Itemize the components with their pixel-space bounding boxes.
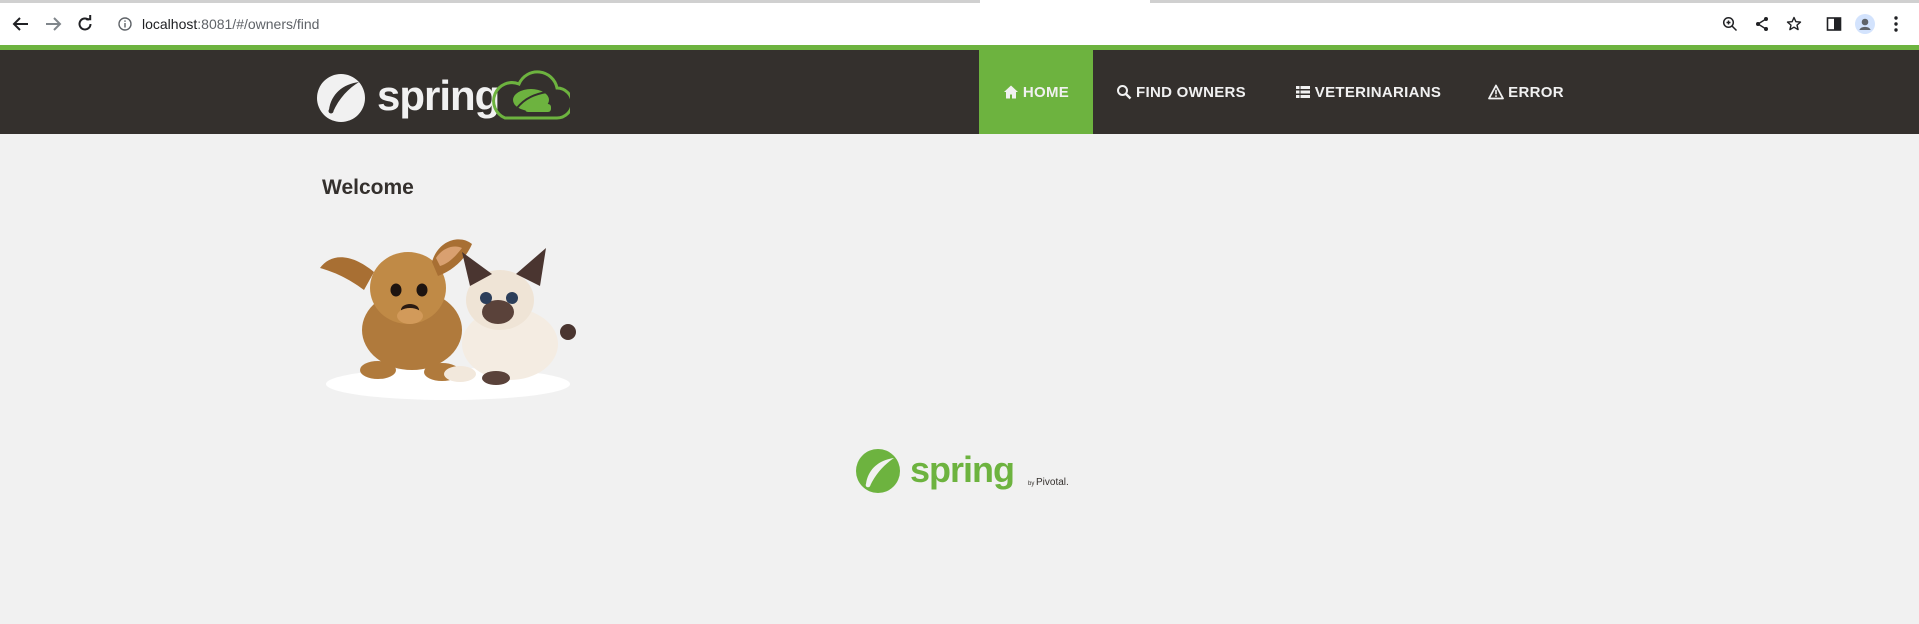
nav-error[interactable]: ERROR [1478, 50, 1574, 134]
warning-icon [1488, 84, 1505, 100]
browser-toolbar: localhost:8081/#/owners/find [0, 0, 1919, 47]
kebab-menu-icon[interactable] [1884, 12, 1908, 36]
reload-button[interactable] [73, 12, 97, 36]
footer-spring-text: spring [910, 449, 1014, 490]
forward-button[interactable] [41, 12, 65, 36]
share-icon[interactable] [1752, 14, 1772, 34]
tab-edge [0, 0, 980, 3]
page-title: Welcome [322, 176, 414, 199]
nav-find-owners[interactable]: FIND OWNERS [1101, 50, 1261, 134]
side-panel-icon[interactable] [1822, 12, 1846, 36]
search-icon [1116, 84, 1132, 100]
home-icon [1003, 84, 1019, 100]
zoom-icon[interactable] [1720, 14, 1740, 34]
url-host: localhost [142, 16, 198, 32]
nav-error-label: ERROR [1508, 83, 1564, 101]
back-button[interactable] [9, 12, 33, 36]
spring-leaf-icon [317, 74, 365, 122]
bookmark-star-icon[interactable] [1784, 14, 1804, 34]
nav-home[interactable]: HOME [979, 50, 1093, 134]
footer-by-text: by [1028, 481, 1034, 487]
info-icon[interactable] [118, 17, 132, 31]
list-icon [1295, 84, 1311, 100]
url-text[interactable]: localhost:8081/#/owners/find [142, 16, 319, 32]
profile-avatar-icon[interactable] [1853, 12, 1877, 36]
nav-home-label: HOME [1022, 83, 1070, 101]
spring-brand-logo[interactable]: spring [315, 60, 574, 122]
back-arrow-icon [12, 17, 28, 31]
brand-text: spring [377, 72, 499, 119]
url-path: :8081/#/owners/find [197, 16, 320, 32]
reload-icon [78, 15, 92, 31]
address-bar[interactable]: localhost:8081/#/owners/find [108, 8, 1813, 40]
nav-veterinarians-label: VETERINARIANS [1314, 83, 1442, 101]
footer-pivotal-text: Pivotal. [1036, 477, 1069, 488]
forward-arrow-icon [46, 17, 62, 31]
navbar: spring HOME FIND OWNERS VETERINARIANS ER… [0, 50, 1919, 134]
pets-image [320, 212, 578, 402]
kitten-illustration [444, 248, 576, 385]
nav-find-owners-label: FIND OWNERS [1136, 83, 1246, 101]
puppy-illustration [320, 239, 472, 381]
spring-leaf-icon [856, 449, 900, 493]
cloud-leaf-icon [492, 70, 574, 120]
tab-edge [1150, 0, 1919, 3]
spring-by-pivotal-logo: spring by Pivotal. [856, 444, 1078, 494]
nav-veterinarians[interactable]: VETERINARIANS [1284, 50, 1452, 134]
